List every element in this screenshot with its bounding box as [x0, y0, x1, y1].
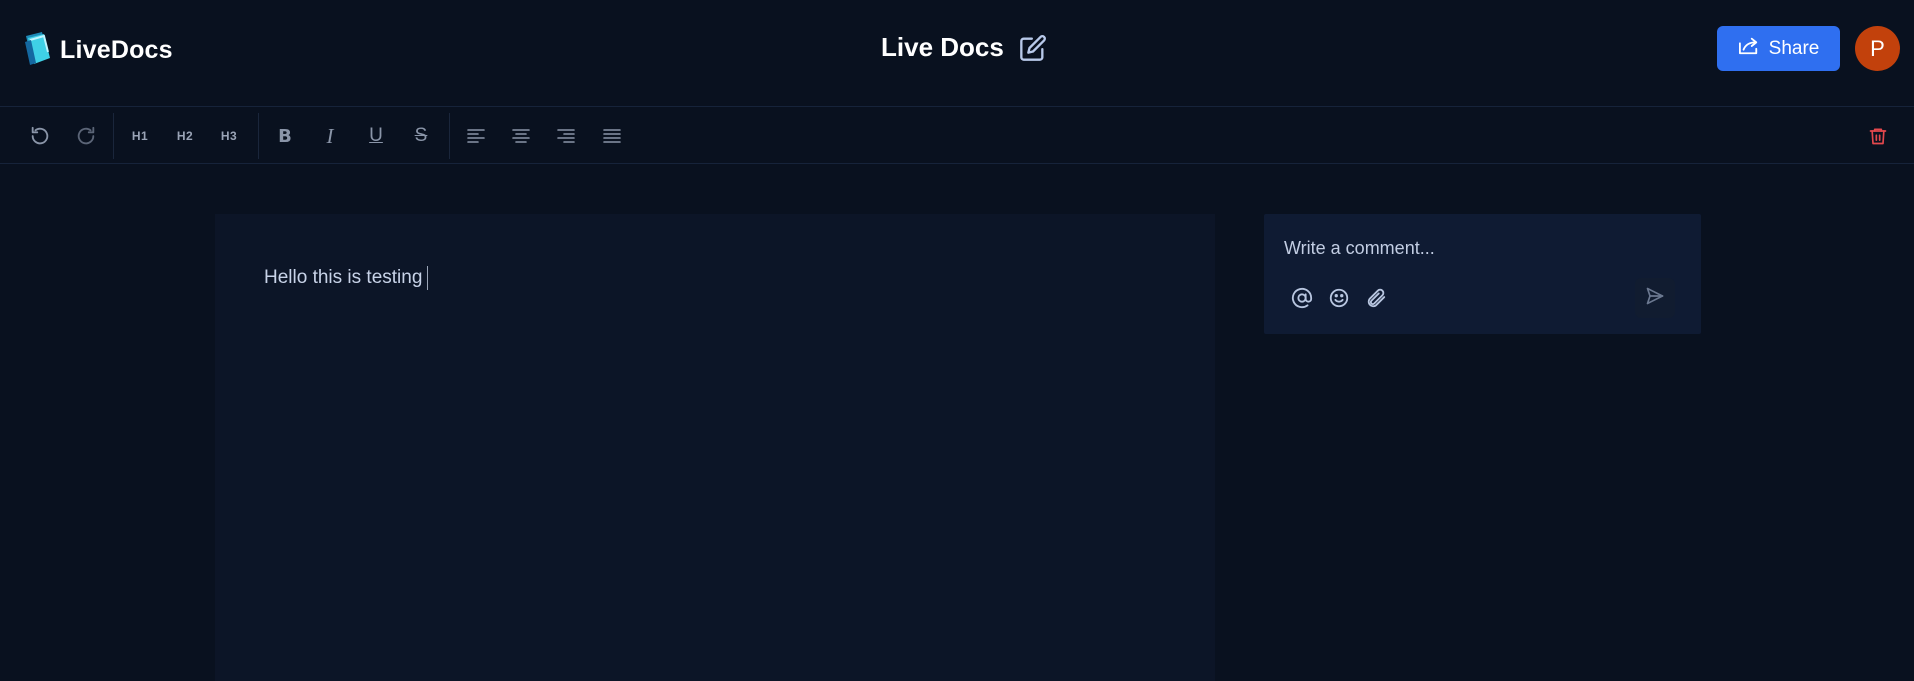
italic-icon[interactable]: I: [312, 118, 348, 154]
align-center-icon[interactable]: [503, 118, 539, 154]
toolbar-divider: [258, 113, 259, 159]
text-cursor: [427, 266, 429, 290]
underline-icon[interactable]: U: [358, 118, 394, 154]
align-left-icon[interactable]: [458, 118, 494, 154]
bold-icon[interactable]: B: [267, 118, 303, 154]
emoji-icon[interactable]: [1323, 282, 1355, 314]
document-editor[interactable]: Hello this is testing: [215, 214, 1215, 681]
at-icon[interactable]: [1286, 282, 1318, 314]
share-button[interactable]: Share: [1717, 26, 1840, 71]
heading-1-button[interactable]: H1: [122, 118, 158, 154]
editor-content[interactable]: Hello this is testing: [264, 266, 429, 290]
heading-2-button[interactable]: H2: [167, 118, 203, 154]
user-avatar[interactable]: P: [1855, 26, 1900, 71]
undo-icon[interactable]: [22, 118, 58, 154]
heading-3-button[interactable]: H3: [211, 118, 247, 154]
paperclip-icon[interactable]: [1360, 282, 1392, 314]
comment-input[interactable]: [1284, 234, 1664, 262]
align-right-icon[interactable]: [548, 118, 584, 154]
redo-icon[interactable]: [68, 118, 104, 154]
send-icon: [1645, 286, 1665, 311]
comment-composer: [1264, 214, 1701, 334]
edit-title-icon[interactable]: [1018, 33, 1048, 63]
app-name: LiveDocs: [60, 36, 173, 64]
strikethrough-icon[interactable]: S: [403, 118, 439, 154]
trash-icon[interactable]: [1860, 118, 1896, 154]
logo[interactable]: LiveDocs: [22, 30, 173, 71]
send-comment-button[interactable]: [1635, 278, 1675, 318]
toolbar-divider: [449, 113, 450, 159]
share-icon: [1738, 36, 1760, 62]
document-title-area: Live Docs: [881, 32, 1048, 63]
toolbar-divider: [113, 113, 114, 159]
document-title[interactable]: Live Docs: [881, 32, 1004, 63]
app-header: LiveDocs Live Docs Share P: [0, 0, 1914, 106]
formatting-toolbar: H1 H2 H3 B I U S: [0, 106, 1914, 164]
livedocs-logo-icon: [22, 30, 54, 71]
share-label: Share: [1768, 37, 1820, 59]
editor-paragraph: Hello this is testing: [264, 267, 423, 288]
align-justify-icon[interactable]: [594, 118, 630, 154]
